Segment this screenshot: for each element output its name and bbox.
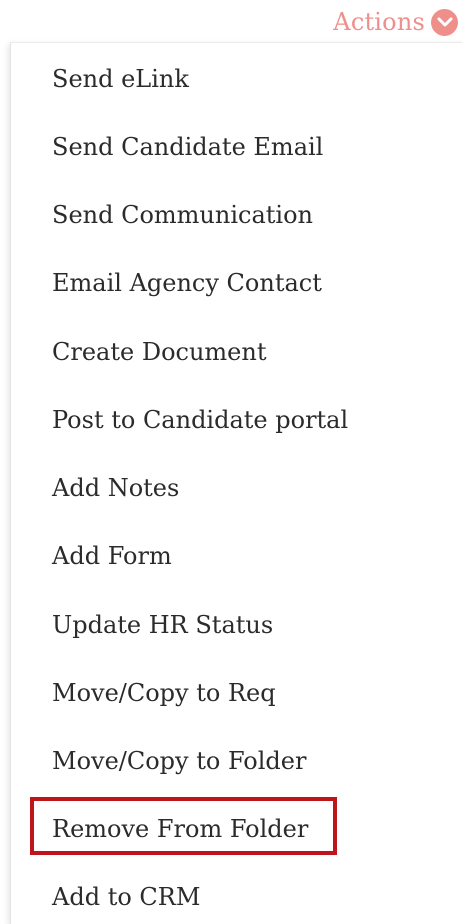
actions-menu-screen: Actions Send eLink Send Candidate Email … [0, 0, 462, 924]
menu-item-add-to-crm[interactable]: Add to CRM [52, 877, 200, 917]
menu-item-email-agency-contact[interactable]: Email Agency Contact [52, 263, 322, 303]
menu-item-update-hr-status[interactable]: Update HR Status [52, 605, 273, 645]
menu-item-add-form[interactable]: Add Form [52, 536, 172, 576]
chevron-down-icon [431, 8, 458, 36]
actions-dropdown-menu: Send eLink Send Candidate Email Send Com… [10, 42, 462, 924]
menu-item-move-copy-to-req[interactable]: Move/Copy to Req [52, 673, 276, 713]
menu-item-send-elink[interactable]: Send eLink [52, 59, 189, 99]
menu-item-send-candidate-email[interactable]: Send Candidate Email [52, 127, 323, 167]
menu-item-send-communication[interactable]: Send Communication [52, 195, 313, 235]
menu-item-move-copy-to-folder[interactable]: Move/Copy to Folder [52, 741, 306, 781]
menu-item-add-notes[interactable]: Add Notes [52, 468, 179, 508]
actions-label: Actions [333, 8, 425, 36]
menu-item-post-to-candidate-portal[interactable]: Post to Candidate portal [52, 400, 348, 440]
highlight-annotation-box [30, 797, 337, 855]
menu-item-create-document[interactable]: Create Document [52, 332, 266, 372]
actions-dropdown-button[interactable]: Actions [333, 6, 458, 38]
